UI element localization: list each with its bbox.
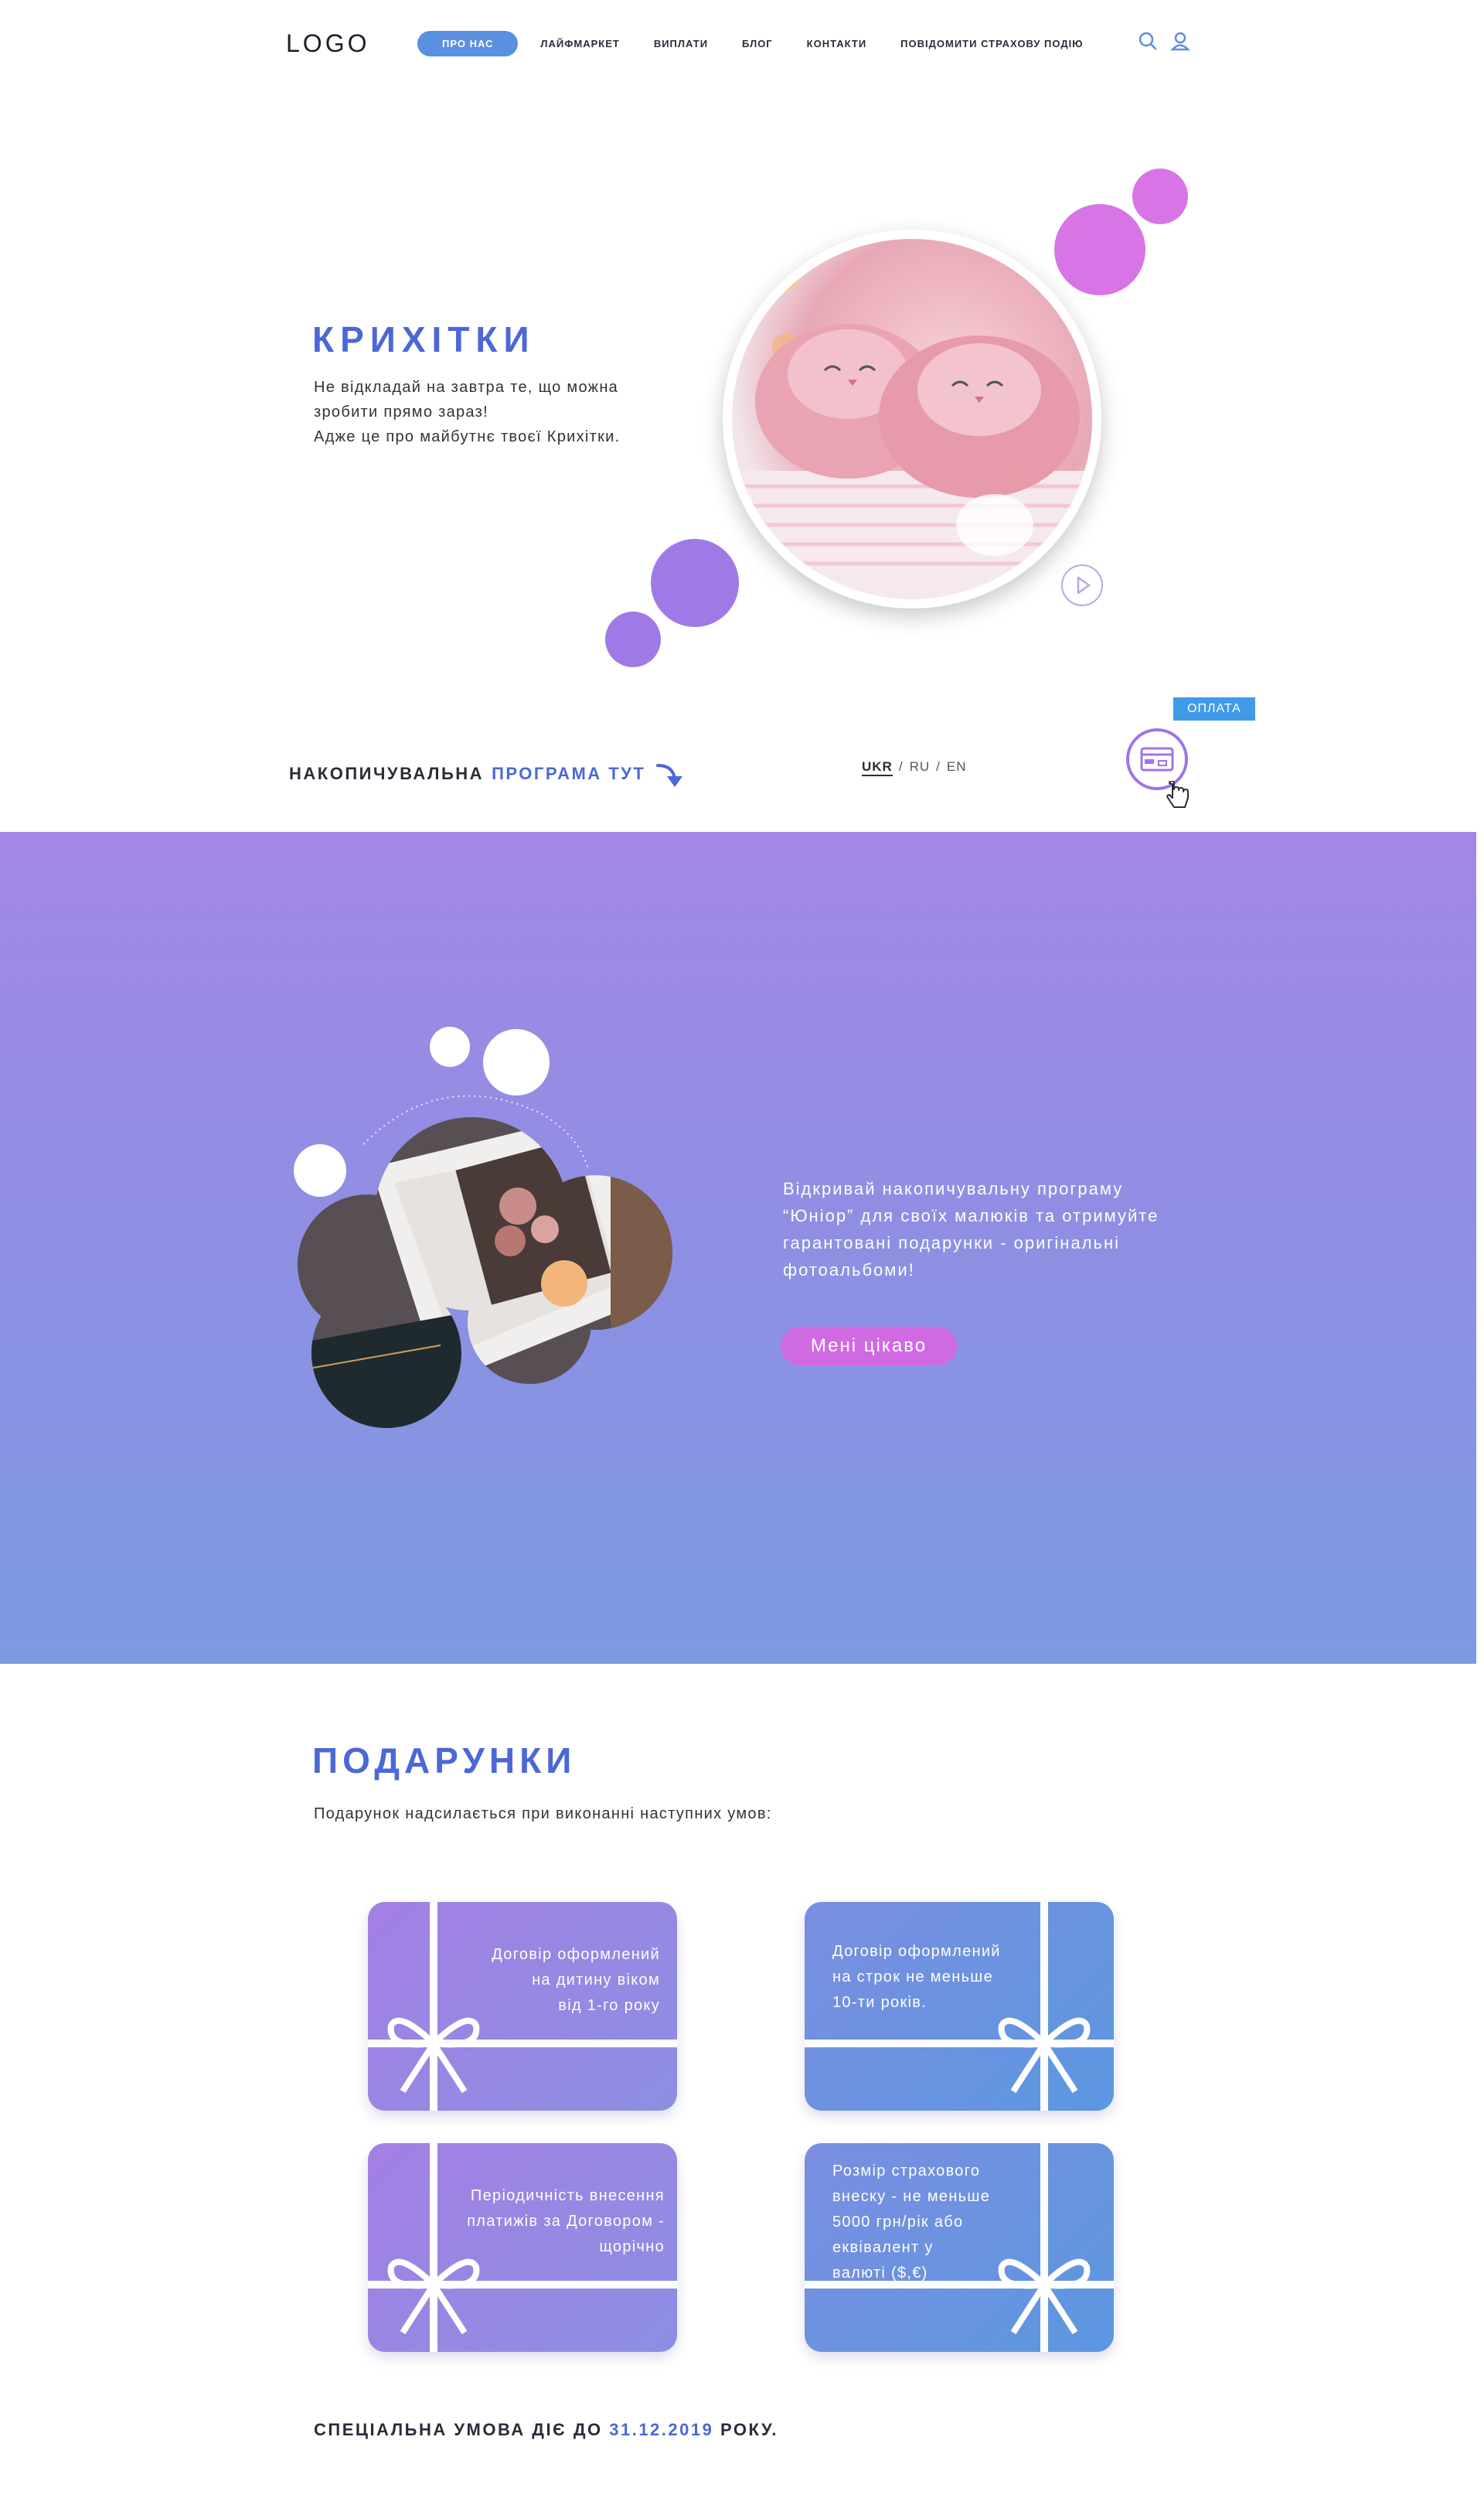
decor-circle <box>1132 169 1188 224</box>
promo-text-line: Відкривай накопичувальну програму <box>783 1179 1124 1198</box>
gift-card-text: Договір оформлений на дитину віком від 1… <box>492 1942 660 2019</box>
gift-card-line: щорічно <box>599 2238 665 2255</box>
gift-card: Періодичність внесення платижів за Догов… <box>368 2143 677 2352</box>
decor-circle <box>294 1144 346 1197</box>
gift-card: Договір оформлений на дитину віком від 1… <box>368 1902 677 2111</box>
gift-card-text: Розмір страхового внеску - не меньше 500… <box>832 2159 990 2286</box>
promo-text: Відкривай накопичувальну програму “Юніор… <box>783 1175 1216 1283</box>
special-condition: СПЕЦІАЛЬНА УМОВА ДІЄ ДО 31.12.2019 РОКУ. <box>314 2420 778 2440</box>
gift-card-line: 10-ти років. <box>832 1994 928 2011</box>
gifts-title: ПОДАРУНКИ <box>312 1740 577 1781</box>
gift-card-line: на строк не меньше <box>832 1968 994 1985</box>
gift-card-text: Періодичність внесення платижів за Догов… <box>467 2183 665 2260</box>
gift-card-line: на дитину віком <box>532 1972 660 1989</box>
nav-item-report-event[interactable]: ПОВІДОМИТИ СТРАХОВУ ПОДІЮ <box>889 31 1094 56</box>
language-switcher: UKR / RU / EN <box>862 759 967 776</box>
gift-card-line: валюті ($,€) <box>832 2265 928 2282</box>
gift-card-line: 5000 грн/рік або <box>832 2214 964 2231</box>
program-label: НАКОПИЧУВАЛЬНА <box>289 764 485 783</box>
gift-card-line: еквівалент у <box>832 2239 934 2256</box>
hero-text-line: Не відкладай на завтра те, що можна <box>314 379 619 396</box>
decor-circle <box>1054 204 1145 295</box>
nav-item-payouts[interactable]: ВИПЛАТИ <box>642 31 720 56</box>
gift-card-line: внеску - не меньше <box>832 2188 991 2205</box>
logo[interactable]: LOGO <box>286 29 369 58</box>
lang-separator: / <box>898 759 904 774</box>
gift-card-line: від 1-го року <box>558 1997 660 2014</box>
hand-cursor-icon <box>1166 781 1189 808</box>
lang-separator: / <box>936 759 941 774</box>
decor-circle <box>605 612 661 667</box>
nav-item-about[interactable]: ПРО НАС <box>417 31 519 56</box>
nav-item-lifemarket[interactable]: ЛАЙФМАРКЕТ <box>529 31 631 56</box>
hero-text-line: Адже це про майбутнє твоєї Крихітки. <box>314 428 621 445</box>
gift-card-line: Договір оформлений <box>492 1946 660 1963</box>
program-link-text[interactable]: ПРОГРАМА ТУТ <box>492 764 645 784</box>
credit-card-icon <box>1140 747 1174 772</box>
nav-item-blog[interactable]: БЛОГ <box>730 31 785 56</box>
arrow-down-right-icon <box>656 764 683 787</box>
special-prefix: СПЕЦІАЛЬНА УМОВА ДІЄ ДО <box>314 2420 603 2439</box>
lang-ukr[interactable]: UKR <box>862 759 893 776</box>
promo-text-line: “Юніор” для своїх малюків та отримуйте <box>783 1206 1159 1225</box>
hero-text: Не відкладай на завтра те, що можна зроб… <box>314 375 677 449</box>
decor-circle <box>483 1029 550 1096</box>
gift-card: Розмір страхового внеску - не меньше 500… <box>805 2143 1114 2352</box>
gift-card-line: Розмір страхового <box>832 2162 981 2180</box>
gift-card-line: Періодичність внесення <box>470 2187 665 2204</box>
decor-circle <box>430 1027 470 1067</box>
search-icon[interactable] <box>1136 29 1159 53</box>
user-icon[interactable] <box>1169 29 1192 53</box>
payment-tag[interactable]: ОПЛАТА <box>1173 697 1255 721</box>
promo-band <box>0 832 1476 1664</box>
lang-ru[interactable]: RU <box>910 759 931 776</box>
program-link[interactable]: НАКОПИЧУВАЛЬНА ПРОГРАМА ТУТ <box>289 756 687 792</box>
special-date: 31.12.2019 <box>609 2420 714 2439</box>
special-suffix: РОКУ. <box>720 2420 778 2439</box>
gift-card-line: платижів за Договором - <box>467 2213 665 2230</box>
lang-en[interactable]: EN <box>947 759 967 776</box>
promo-text-line: фотоальбоми! <box>783 1260 915 1280</box>
gifts-subtitle: Подарунок надсилається при виконанні нас… <box>314 1805 772 1822</box>
main-nav: ПРО НАС ЛАЙФМАРКЕТ ВИПЛАТИ БЛОГ КОНТАКТИ… <box>417 31 1106 56</box>
gift-card: Договір оформлений на строк не меньше 10… <box>805 1902 1114 2111</box>
gift-card-text: Договір оформлений на строк не меньше 10… <box>832 1939 1001 2016</box>
hero-title: КРИХІТКИ <box>312 319 536 360</box>
hero-photo <box>732 239 1092 599</box>
hero-text-line: зробити прямо зараз! <box>314 404 488 421</box>
nav-item-contacts[interactable]: КОНТАКТИ <box>795 31 879 56</box>
gift-card-line: Договір оформлений <box>832 1943 1001 1960</box>
promo-text-line: гарантовані подарунки - оригінальні <box>783 1233 1121 1252</box>
play-video-button[interactable] <box>1061 564 1103 606</box>
interested-button[interactable]: Мені цікаво <box>781 1327 957 1365</box>
decor-circle <box>651 539 739 627</box>
